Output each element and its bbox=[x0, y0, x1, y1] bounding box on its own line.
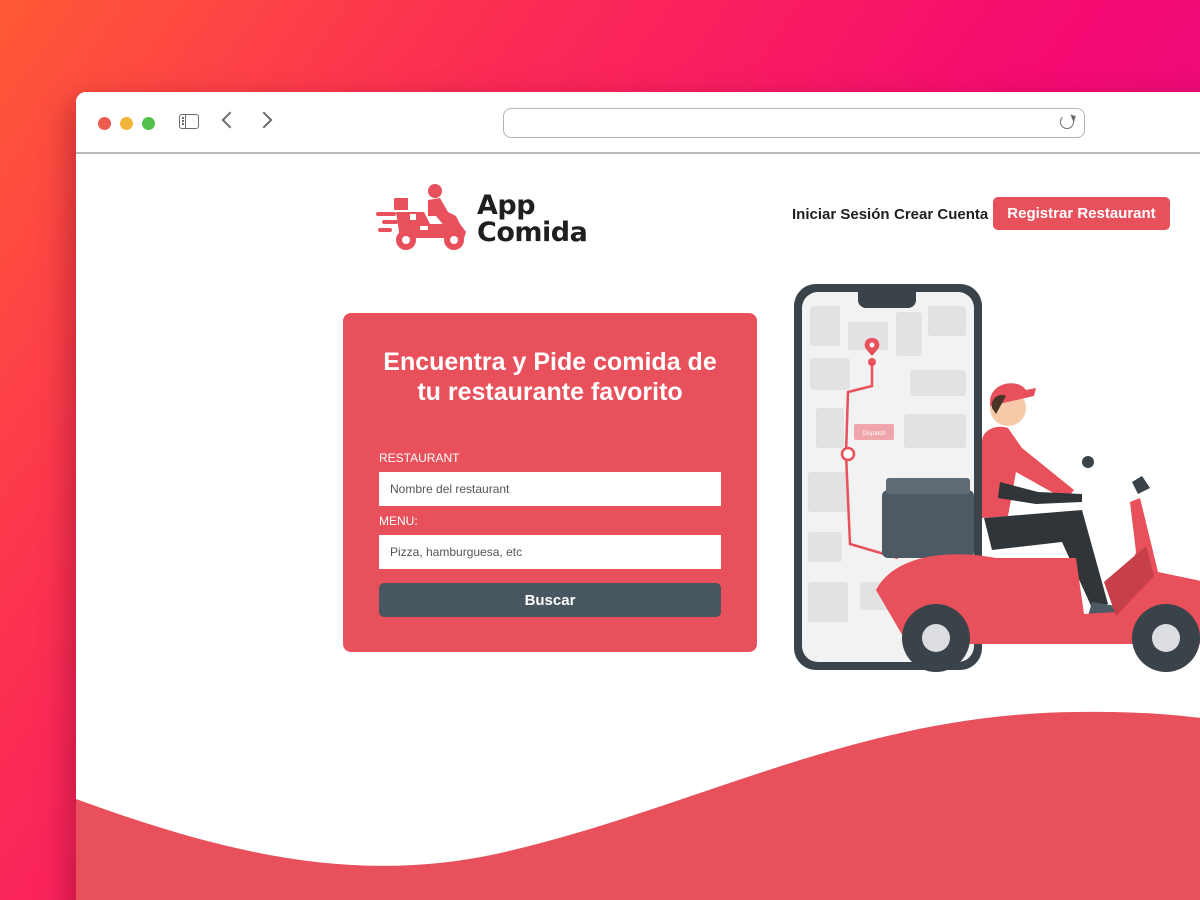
chevron-right-icon[interactable] bbox=[255, 111, 273, 129]
page-viewport: App Comida Iniciar Sesión Crear Cuenta R… bbox=[76, 154, 1200, 900]
logo-line2: Comida bbox=[477, 217, 588, 248]
card-title-line2: tu restaurante favorito bbox=[417, 378, 683, 406]
map-tag-text: Dispatch bbox=[862, 431, 885, 437]
restaurant-label: RESTAURANT bbox=[379, 451, 460, 465]
restaurant-input[interactable] bbox=[379, 472, 721, 506]
logo-text[interactable]: App Comida bbox=[477, 190, 588, 248]
reload-icon[interactable] bbox=[1060, 115, 1074, 129]
address-bar[interactable] bbox=[503, 108, 1085, 138]
card-title-line1: Encuentra y Pide comida de bbox=[383, 348, 717, 376]
menu-label: MENU: bbox=[379, 514, 418, 528]
search-button[interactable]: Buscar bbox=[379, 583, 721, 617]
browser-toolbar bbox=[76, 92, 1200, 154]
zoom-window-button[interactable] bbox=[142, 117, 155, 130]
sidebar-icon[interactable] bbox=[179, 114, 199, 129]
menu-input[interactable] bbox=[379, 535, 721, 569]
register-restaurant-button[interactable]: Registrar Restaurant bbox=[993, 197, 1170, 230]
close-window-button[interactable] bbox=[98, 117, 111, 130]
search-card: Encuentra y Pide comida de tu restaurant… bbox=[343, 313, 757, 652]
delivery-illustration: Dispatch bbox=[794, 284, 1200, 672]
chevron-left-icon[interactable] bbox=[221, 111, 239, 129]
minimize-window-button[interactable] bbox=[120, 117, 133, 130]
browser-window: App Comida Iniciar Sesión Crear Cuenta R… bbox=[76, 92, 1200, 900]
card-title: Encuentra y Pide comida de tu restaurant… bbox=[363, 347, 737, 407]
nav-create-account-link[interactable]: Crear Cuenta bbox=[894, 206, 988, 223]
logo-line1: App bbox=[477, 190, 536, 221]
nav-login-link[interactable]: Iniciar Sesión bbox=[792, 206, 890, 223]
